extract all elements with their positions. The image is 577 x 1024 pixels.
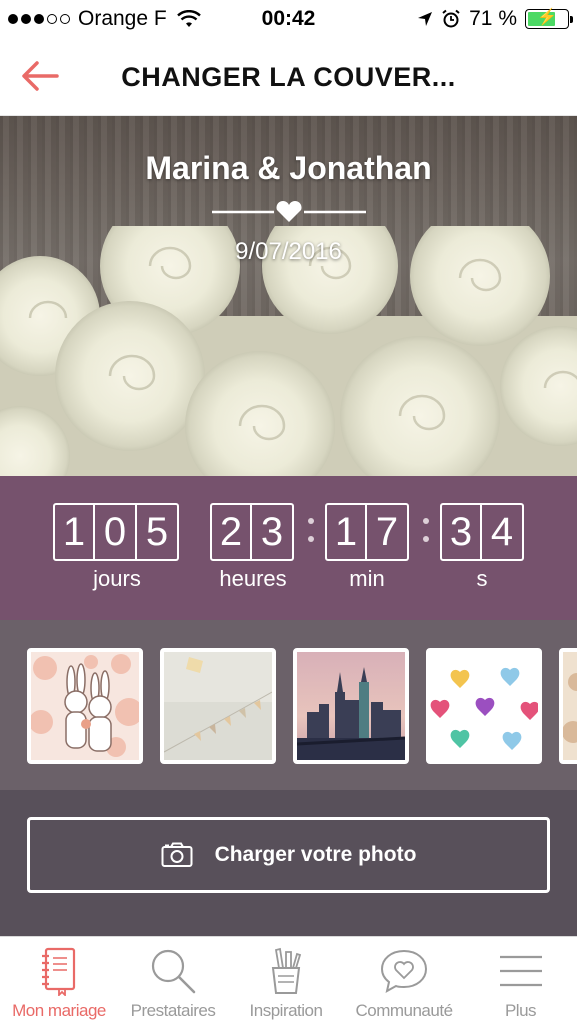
cover-thumbnail-floral[interactable] xyxy=(559,648,577,764)
tab-label: Plus xyxy=(504,1001,537,1020)
countdown-digit: 3 xyxy=(440,503,482,561)
page-title: CHANGER LA COUVER... xyxy=(121,62,456,92)
navigation-bar: CHANGER LA COUVER... xyxy=(0,38,577,116)
minutes-label: min xyxy=(349,566,385,591)
camera-icon xyxy=(161,842,193,867)
cover-thumbnail-bunnies[interactable] xyxy=(27,648,143,764)
colon-separator xyxy=(306,514,316,544)
bunnies-illustration xyxy=(31,652,139,760)
countdown-hours: 2 3 xyxy=(210,503,294,561)
countdown-days: 1 0 5 xyxy=(53,503,179,561)
tab-label: Mon mariage xyxy=(12,1001,106,1020)
battery-percent: 71 % xyxy=(469,7,517,30)
colon-separator xyxy=(421,514,431,544)
tab-prestataires[interactable]: Prestataires xyxy=(118,937,228,1024)
tab-plus[interactable]: Plus xyxy=(464,937,577,1024)
watercolor-hearts-image xyxy=(430,652,538,760)
countdown-digit: 0 xyxy=(95,503,137,561)
notebook-icon xyxy=(42,947,76,996)
search-icon xyxy=(151,949,196,994)
countdown-digit: 2 xyxy=(210,503,252,561)
countdown-digit: 3 xyxy=(252,503,294,561)
countdown-seconds: 3 4 xyxy=(440,503,524,561)
tab-label: Inspiration xyxy=(249,1001,323,1020)
countdown-digit: 1 xyxy=(325,503,367,561)
couple-names: Marina & Jonathan xyxy=(145,150,432,186)
tab-bar: Mon mariage Prestataires Inspiration Com… xyxy=(0,936,577,1024)
cover-image: Marina & Jonathan 9/07/2016 xyxy=(0,116,577,476)
countdown-minutes: 1 7 xyxy=(325,503,409,561)
countdown-digit: 7 xyxy=(367,503,409,561)
heart-divider-icon xyxy=(212,201,366,222)
cover-thumbnail-skyline[interactable] xyxy=(293,648,409,764)
bunting-garland-image xyxy=(164,652,272,760)
countdown-digit: 1 xyxy=(53,503,95,561)
battery-icon: ⚡ xyxy=(525,9,573,29)
upload-section: Charger votre photo xyxy=(0,790,577,936)
status-bar: Orange F 00:42 71 % ⚡ xyxy=(0,0,577,38)
floral-pattern-image xyxy=(563,652,577,760)
countdown-digit: 4 xyxy=(482,503,524,561)
tab-mon-mariage[interactable]: Mon mariage xyxy=(0,937,118,1024)
city-skyline-image xyxy=(297,652,405,760)
chat-heart-icon xyxy=(380,949,428,993)
status-right: 71 % ⚡ xyxy=(417,7,573,31)
location-arrow-icon xyxy=(418,12,433,26)
menu-icon xyxy=(499,955,542,987)
countdown: 1 0 5 2 3 1 7 3 4 jours heures min s xyxy=(0,476,577,620)
tab-label: Prestataires xyxy=(130,1001,216,1020)
hours-label: heures xyxy=(219,566,287,591)
days-label: jours xyxy=(93,566,141,591)
cover-thumbnails[interactable] xyxy=(0,620,577,790)
pencil-cup-icon xyxy=(271,947,302,994)
tab-inspiration[interactable]: Inspiration xyxy=(228,937,344,1024)
upload-photo-button[interactable]: Charger votre photo xyxy=(27,817,550,893)
wedding-date: 9/07/2016 xyxy=(235,238,342,265)
seconds-label: s xyxy=(476,566,488,591)
tab-communaute[interactable]: Communauté xyxy=(344,937,464,1024)
cover-thumbnail-garland[interactable] xyxy=(160,648,276,764)
alarm-clock-icon xyxy=(442,9,460,28)
countdown-digit: 5 xyxy=(137,503,179,561)
upload-photo-label: Charger votre photo xyxy=(214,843,417,866)
cover-thumbnail-hearts[interactable] xyxy=(426,648,542,764)
tab-label: Communauté xyxy=(355,1001,453,1020)
